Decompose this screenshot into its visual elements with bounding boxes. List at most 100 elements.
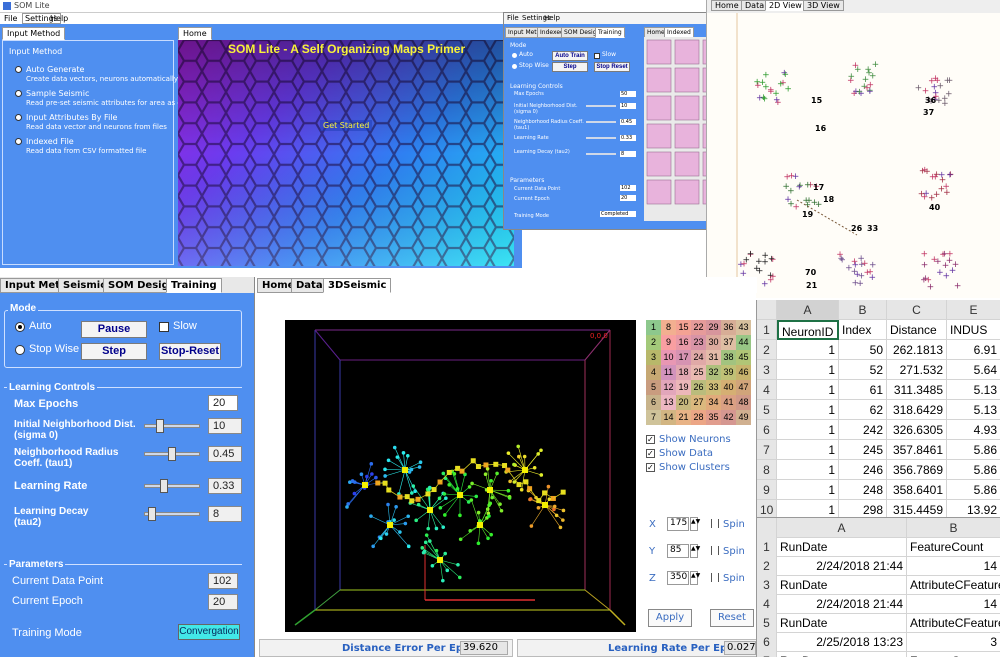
row-number[interactable]: 5 <box>757 400 777 420</box>
row-number[interactable]: 6 <box>757 420 777 440</box>
table-cell[interactable]: 311.3485 <box>887 380 947 400</box>
table-cell[interactable]: 271.532 <box>887 360 947 380</box>
slider-track[interactable] <box>586 153 616 155</box>
axis-z-stepper[interactable]: ▲▼ <box>690 571 700 585</box>
axis-z-input[interactable]: 350 <box>667 571 689 585</box>
slider-track[interactable] <box>586 137 616 139</box>
table-cell[interactable]: 62 <box>839 400 887 420</box>
tab-home[interactable]: Home <box>711 0 743 11</box>
axis-x-spin-checkbox[interactable] <box>711 519 719 528</box>
table-cell[interactable]: 1 <box>777 340 839 360</box>
table-cell[interactable]: RunDate <box>777 575 907 595</box>
table-cell[interactable]: 326.6305 <box>887 420 947 440</box>
column-header[interactable]: C <box>887 300 947 320</box>
apply-button[interactable]: Apply <box>648 609 692 627</box>
table-cell[interactable]: RunDate <box>777 537 907 557</box>
menu-file[interactable]: File <box>507 14 519 22</box>
table-cell[interactable]: 1 <box>777 440 839 460</box>
row-number[interactable]: 1 <box>757 537 777 557</box>
stop-reset-button[interactable]: Stop-Reset <box>159 343 221 360</box>
radio-icon[interactable] <box>15 138 22 145</box>
table-cell[interactable]: 61 <box>839 380 887 400</box>
row-number[interactable]: 7 <box>757 440 777 460</box>
table-cell[interactable]: 1 <box>777 420 839 440</box>
row-number[interactable]: 2 <box>757 340 777 360</box>
stop-reset-button[interactable]: Stop Reset <box>594 62 630 72</box>
row-number[interactable]: 1 <box>757 320 777 340</box>
row-number[interactable]: 5 <box>757 613 777 633</box>
table-cell[interactable]: 5.86 <box>947 440 1000 460</box>
table-cell[interactable]: 298 <box>839 500 887 518</box>
radio-icon[interactable] <box>15 90 22 97</box>
table-cell[interactable]: 1 <box>777 500 839 518</box>
tab-home[interactable]: Home <box>178 27 212 40</box>
radio-icon[interactable] <box>15 114 22 121</box>
table-cell[interactable]: RunDate <box>777 613 907 633</box>
row-value[interactable]: 50 <box>620 91 636 97</box>
table-cell[interactable]: 5.13 <box>947 400 1000 420</box>
checkbox-icon[interactable]: ✓ <box>646 463 655 472</box>
radio-stepwise[interactable] <box>15 345 25 355</box>
row-number[interactable]: 9 <box>757 480 777 500</box>
row-number[interactable]: 6 <box>757 632 777 652</box>
table-cell[interactable]: AttributeCFeature <box>907 613 1000 633</box>
radio-icon[interactable] <box>15 66 22 73</box>
table-cell[interactable]: 1 <box>777 360 839 380</box>
row-value[interactable]: 10 <box>620 103 636 109</box>
table-cell[interactable]: 1 <box>777 380 839 400</box>
radio-auto[interactable] <box>15 322 25 332</box>
slow-checkbox[interactable] <box>159 322 169 332</box>
sheet-corner[interactable] <box>757 518 777 538</box>
table-cell[interactable]: 2/25/2018 13:23 <box>777 632 907 652</box>
table-cell[interactable]: NeuronID <box>777 320 839 340</box>
table-cell[interactable]: 356.7869 <box>887 460 947 480</box>
table-cell[interactable]: 246 <box>839 460 887 480</box>
table-cell[interactable]: 245 <box>839 440 887 460</box>
tab-2d-view[interactable]: 2D View <box>765 0 806 11</box>
tab-training[interactable]: Training <box>595 27 625 38</box>
row-number[interactable]: 4 <box>757 594 777 614</box>
column-header[interactable]: E <box>947 300 1000 320</box>
table-cell[interactable]: 2/24/2018 21:44 <box>777 556 907 576</box>
column-header[interactable]: B <box>839 300 887 320</box>
table-cell[interactable]: 5.13 <box>947 380 1000 400</box>
neighborhood-dist-thumb[interactable] <box>156 419 164 433</box>
table-cell[interactable]: 52 <box>839 360 887 380</box>
row-number[interactable]: 7 <box>757 651 777 657</box>
step-button[interactable]: Step <box>552 62 588 72</box>
radio-auto[interactable] <box>512 53 517 58</box>
row-value[interactable]: 0.45 <box>620 119 636 125</box>
step-button[interactable]: Step <box>81 343 147 360</box>
table-cell[interactable]: 262.1813 <box>887 340 947 360</box>
sheet-corner[interactable] <box>757 300 777 320</box>
radius-coeff-thumb[interactable] <box>168 447 176 461</box>
tab-input-method[interactable]: Input Method <box>2 27 66 40</box>
table-cell[interactable]: 14 <box>907 556 1000 576</box>
table-cell[interactable]: FeatureCount <box>907 651 1000 657</box>
table-cell[interactable]: 1 <box>777 400 839 420</box>
row-number[interactable]: 3 <box>757 360 777 380</box>
row-number[interactable]: 2 <box>757 556 777 576</box>
table-cell[interactable]: 5.86 <box>947 460 1000 480</box>
learning-rate-value[interactable]: 0.33 <box>208 478 242 494</box>
tab-training[interactable]: Training <box>166 278 222 293</box>
slider-track[interactable] <box>586 121 616 123</box>
table-cell[interactable]: 315.4459 <box>887 500 947 518</box>
table-cell[interactable]: 13.92 <box>947 500 1000 518</box>
checkbox-icon[interactable]: ✓ <box>646 435 655 444</box>
checkbox-icon[interactable]: ✓ <box>646 449 655 458</box>
table-cell[interactable]: 242 <box>839 420 887 440</box>
table-cell[interactable]: 5.86 <box>947 480 1000 500</box>
tab-3d-view[interactable]: 3D View <box>803 0 844 11</box>
radio-stepwise[interactable] <box>512 64 517 69</box>
table-cell[interactable]: FeatureCount <box>907 537 1000 557</box>
table-cell[interactable]: RunDate <box>777 651 907 657</box>
auto-train-button[interactable]: Auto Train <box>552 51 588 61</box>
3d-viewport[interactable]: 0,0,0 <box>285 320 636 632</box>
row-number[interactable]: 3 <box>757 575 777 595</box>
row-value[interactable]: 0.33 <box>620 135 636 141</box>
table-cell[interactable]: AttributeCFeature <box>907 575 1000 595</box>
table-cell[interactable]: 318.6429 <box>887 400 947 420</box>
learning-decay-thumb[interactable] <box>148 507 156 521</box>
radius-coeff-value[interactable]: 0.45 <box>208 446 242 462</box>
